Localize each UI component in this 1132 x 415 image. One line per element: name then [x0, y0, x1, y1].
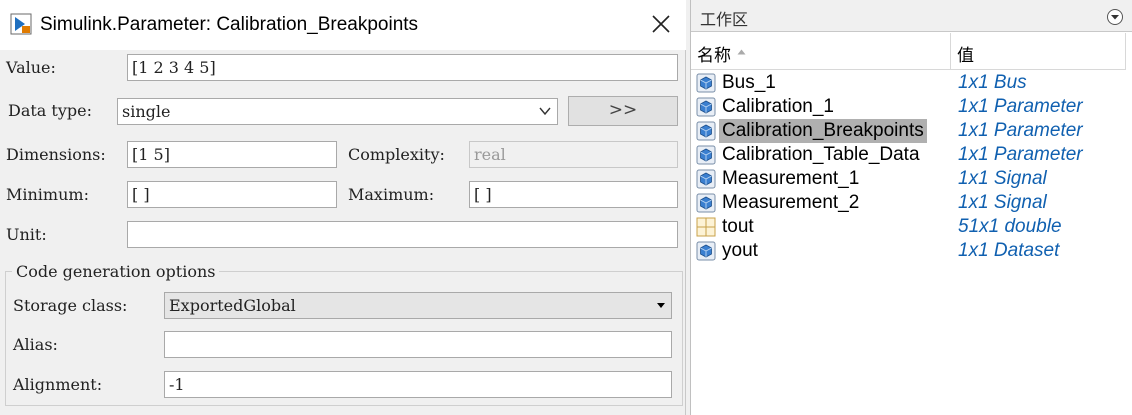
- variable-name: Calibration_Breakpoints: [719, 119, 927, 143]
- complexity-label: Complexity:: [348, 145, 445, 164]
- datatype-combo[interactable]: single: [117, 98, 558, 125]
- datatype-value: single: [122, 102, 171, 121]
- column-name-label: 名称: [697, 46, 731, 66]
- dimensions-field[interactable]: [1 5]: [127, 141, 337, 168]
- workspace-row[interactable]: tout 51x1 double: [693, 215, 1129, 239]
- object-icon: [696, 241, 716, 261]
- show-datatype-assistant-button[interactable]: >>: [568, 96, 678, 126]
- simulink-app-icon: [10, 13, 32, 35]
- dialog-title: Simulink.Parameter: Calibration_Breakpoi…: [40, 14, 419, 35]
- workspace-row[interactable]: Measurement_2 1x1 Signal: [693, 191, 1129, 215]
- column-header-value[interactable]: 值: [951, 33, 1126, 70]
- object-icon: [696, 169, 716, 189]
- column-header-name[interactable]: 名称: [691, 33, 951, 70]
- datatype-label: Data type:: [8, 101, 92, 120]
- matrix-icon: [696, 217, 716, 237]
- workspace-row[interactable]: Measurement_1 1x1 Signal: [693, 167, 1129, 191]
- workspace-row[interactable]: Bus_1 1x1 Bus: [693, 71, 1129, 95]
- object-icon: [696, 145, 716, 165]
- object-icon: [696, 73, 716, 93]
- maximum-field[interactable]: [ ]: [469, 181, 678, 208]
- dialog-titlebar: Simulink.Parameter: Calibration_Breakpoi…: [0, 0, 686, 50]
- storage-class-value: ExportedGlobal: [169, 296, 296, 315]
- object-icon: [696, 193, 716, 213]
- variable-name: Measurement_1: [722, 168, 860, 189]
- variable-value: 1x1 Bus: [958, 72, 1027, 93]
- column-value-label: 值: [957, 46, 974, 66]
- unit-label: Unit:: [6, 225, 47, 244]
- codegen-legend: Code generation options: [12, 262, 220, 281]
- value-field[interactable]: [1 2 3 4 5]: [127, 54, 678, 81]
- variable-name: Bus_1: [722, 72, 776, 93]
- workspace-title: 工作区: [700, 10, 749, 29]
- variable-name: Calibration_1: [722, 96, 834, 117]
- variable-value: 1x1 Signal: [958, 168, 1047, 189]
- alias-label: Alias:: [13, 335, 58, 354]
- alignment-field[interactable]: -1: [164, 371, 672, 398]
- variable-value: 1x1 Dataset: [958, 240, 1060, 261]
- variable-name: yout: [722, 240, 758, 261]
- value-label: Value:: [6, 58, 56, 77]
- parameter-dialog: Simulink.Parameter: Calibration_Breakpoi…: [0, 0, 686, 415]
- dropdown-arrow-icon: [657, 303, 665, 308]
- dimensions-label: Dimensions:: [6, 145, 106, 164]
- variable-name: Measurement_2: [722, 192, 860, 213]
- variable-name: tout: [722, 216, 754, 237]
- complexity-field: real: [469, 141, 678, 168]
- close-icon[interactable]: [650, 13, 672, 35]
- workspace-row[interactable]: yout 1x1 Dataset: [693, 239, 1129, 263]
- maximum-label: Maximum:: [348, 185, 435, 204]
- workspace-header: 工作区: [691, 0, 1132, 32]
- panel-actions-icon[interactable]: [1106, 8, 1124, 26]
- chevron-down-icon: [539, 107, 551, 116]
- workspace-row[interactable]: Calibration_1 1x1 Parameter: [693, 95, 1129, 119]
- variable-value: 1x1 Signal: [958, 192, 1047, 213]
- variable-value: 51x1 double: [958, 216, 1062, 237]
- storage-class-select[interactable]: ExportedGlobal: [164, 292, 672, 319]
- unit-field[interactable]: [127, 221, 678, 248]
- object-icon: [696, 121, 716, 141]
- object-icon: [696, 97, 716, 117]
- variable-value: 1x1 Parameter: [958, 144, 1083, 165]
- sort-ascending-icon: [737, 49, 746, 55]
- minimum-label: Minimum:: [6, 185, 89, 204]
- variable-value: 1x1 Parameter: [958, 120, 1083, 141]
- minimum-field[interactable]: [ ]: [127, 181, 337, 208]
- workspace-row[interactable]: Calibration_Table_Data 1x1 Parameter: [693, 143, 1129, 167]
- workspace-panel: 工作区 名称 值 Bus_1 1x1 Bus Calibration_1 1x1 Pa…: [690, 0, 1132, 415]
- alias-field[interactable]: [164, 331, 672, 358]
- workspace-row[interactable]: Calibration_Breakpoints 1x1 Parameter: [693, 119, 1129, 143]
- variable-value: 1x1 Parameter: [958, 96, 1083, 117]
- alignment-label: Alignment:: [13, 375, 103, 394]
- storage-class-label: Storage class:: [13, 296, 128, 315]
- variable-name: Calibration_Table_Data: [722, 144, 920, 165]
